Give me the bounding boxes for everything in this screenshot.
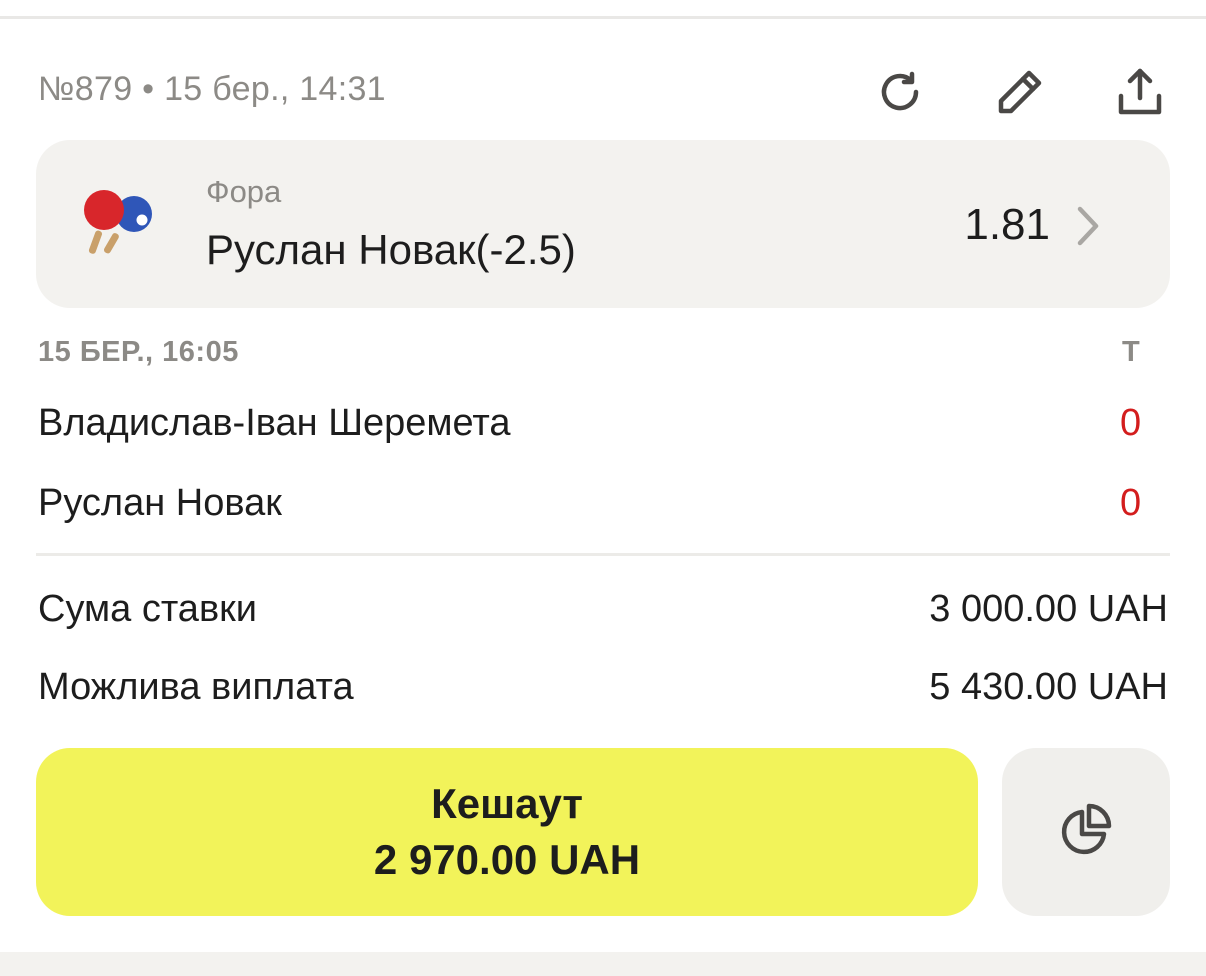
player-name-2: Руслан Новак xyxy=(38,482,282,524)
section-divider xyxy=(36,553,1170,556)
stake-label: Сума ставки xyxy=(38,588,257,630)
selection-name: Руслан Новак(-2.5) xyxy=(206,226,576,273)
partial-cashout-button[interactable] xyxy=(1002,748,1170,916)
match-time: 15 БЕР., 16:05 xyxy=(38,336,239,368)
cashout-amount: 2 970.00 UAH xyxy=(373,836,641,883)
table-tennis-icon xyxy=(80,180,162,262)
cashout-button[interactable]: Кешаут 2 970.00 UAH xyxy=(36,748,978,916)
refresh-icon[interactable] xyxy=(868,60,932,124)
payout-label: Можлива виплата xyxy=(38,666,354,708)
odds-value: 1.81 xyxy=(964,200,1050,249)
bottom-background xyxy=(0,952,1206,976)
player-score-2: 0 xyxy=(1120,482,1142,524)
chevron-right-icon xyxy=(1072,204,1102,248)
payout-value: 5 430.00 UAH xyxy=(929,666,1168,708)
pie-chart-icon xyxy=(1058,802,1114,863)
player-name-1: Владислав-Іван Шеремета xyxy=(38,402,511,444)
market-label: Фора xyxy=(206,174,282,209)
selection-card[interactable]: Фора Руслан Новак(-2.5) 1.81 xyxy=(36,140,1170,308)
score-column-header: Т xyxy=(1122,336,1140,368)
stake-value: 3 000.00 UAH xyxy=(929,588,1168,630)
cashout-label: Кешаут xyxy=(431,780,583,827)
bet-header: №879 • 15 бер., 14:31 xyxy=(38,60,1168,124)
pencil-icon[interactable] xyxy=(988,60,1052,124)
top-divider xyxy=(0,16,1206,19)
player-score-1: 0 xyxy=(1120,402,1142,444)
bet-number-date: №879 • 15 бер., 14:31 xyxy=(38,70,386,108)
share-icon[interactable] xyxy=(1108,60,1172,124)
